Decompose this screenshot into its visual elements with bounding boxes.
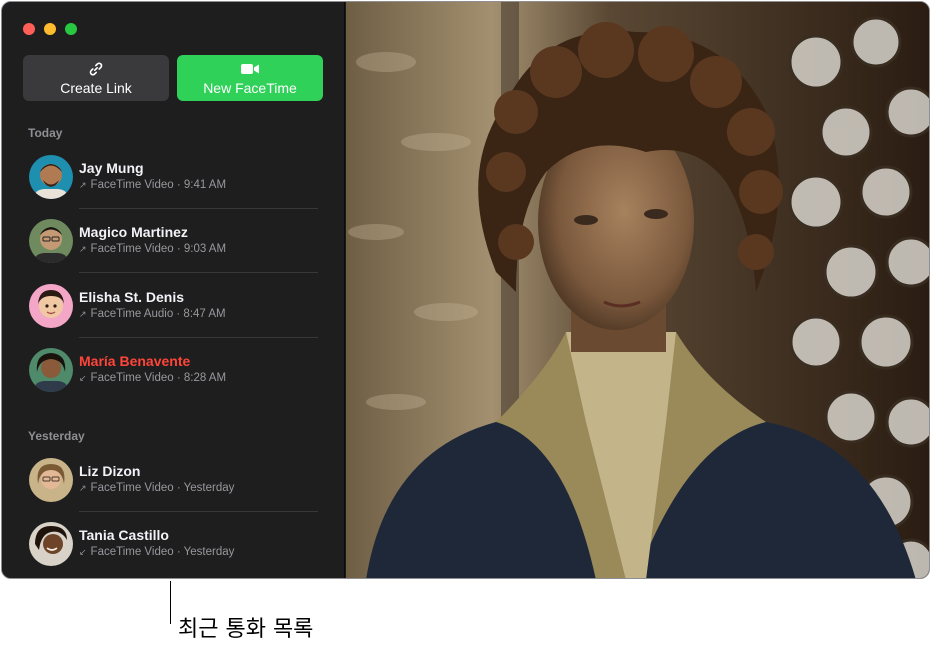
new-facetime-label: New FaceTime xyxy=(203,79,297,96)
callout-label: 최근 통화 목록 xyxy=(178,617,314,642)
call-detail-text: FaceTime Video · 9:41 AM xyxy=(90,179,227,191)
call-detail-text: FaceTime Audio · 8:47 AM xyxy=(90,308,226,320)
close-window-button[interactable] xyxy=(23,23,35,35)
avatar xyxy=(29,155,73,199)
incoming-call-icon: ↙ xyxy=(79,372,87,383)
avatar xyxy=(29,348,73,392)
contact-name: Elisha St. Denis xyxy=(79,289,185,305)
avatar xyxy=(29,284,73,328)
contact-name: Magico Martinez xyxy=(79,224,188,240)
call-detail-text: FaceTime Video · Yesterday xyxy=(90,482,235,494)
recent-call-item[interactable]: María Benavente ↙ FaceTime Video · 8:28 … xyxy=(23,338,318,402)
self-view-camera-image xyxy=(346,2,929,578)
video-preview xyxy=(346,2,929,578)
divider xyxy=(79,272,318,273)
call-detail: ↗ FaceTime Video · Yesterday xyxy=(79,482,234,494)
callout-line xyxy=(170,581,171,624)
outgoing-call-icon: ↗ xyxy=(79,179,87,190)
call-detail: ↗ FaceTime Audio · 8:47 AM xyxy=(79,308,226,320)
section-label-yesterday: Yesterday xyxy=(28,429,85,443)
contact-name: Jay Mung xyxy=(79,160,144,176)
zoom-window-button[interactable] xyxy=(65,23,77,35)
avatar xyxy=(29,522,73,566)
create-link-label: Create Link xyxy=(60,79,132,96)
contact-name: Liz Dizon xyxy=(79,463,141,479)
video-camera-icon xyxy=(240,61,260,77)
link-icon xyxy=(88,61,104,77)
call-detail: ↙ FaceTime Video · 8:28 AM xyxy=(79,372,226,384)
call-detail: ↗ FaceTime Video · 9:03 AM xyxy=(79,243,226,255)
window-controls xyxy=(23,23,77,35)
outgoing-call-icon: ↗ xyxy=(79,482,87,493)
recent-call-item[interactable]: Tania Castillo ↙ FaceTime Video · Yester… xyxy=(23,512,318,576)
recent-call-item[interactable]: Magico Martinez ↗ FaceTime Video · 9:03 … xyxy=(23,209,318,273)
call-detail: ↗ FaceTime Video · 9:41 AM xyxy=(79,179,226,191)
outgoing-call-icon: ↗ xyxy=(79,243,87,254)
facetime-window: Create Link New FaceTime Today Jay Mung … xyxy=(1,1,930,579)
call-detail: ↙ FaceTime Video · Yesterday xyxy=(79,546,234,558)
outgoing-call-icon: ↗ xyxy=(79,308,87,319)
call-detail-text: FaceTime Video · 8:28 AM xyxy=(90,372,227,384)
recent-call-item[interactable]: Liz Dizon ↗ FaceTime Video · Yesterday xyxy=(23,448,318,512)
avatar xyxy=(29,219,73,263)
contact-name: Tania Castillo xyxy=(79,527,169,543)
incoming-call-icon: ↙ xyxy=(79,546,87,557)
recent-call-item[interactable]: Jay Mung ↗ FaceTime Video · 9:41 AM xyxy=(23,145,318,209)
call-detail-text: FaceTime Video · 9:03 AM xyxy=(90,243,227,255)
recent-call-item[interactable]: Elisha St. Denis ↗ FaceTime Audio · 8:47… xyxy=(23,274,318,338)
contact-name-missed: María Benavente xyxy=(79,353,191,369)
call-detail-text: FaceTime Video · Yesterday xyxy=(90,546,235,558)
section-label-today: Today xyxy=(28,126,63,140)
new-facetime-button[interactable]: New FaceTime xyxy=(177,55,323,101)
minimize-window-button[interactable] xyxy=(44,23,56,35)
avatar xyxy=(29,458,73,502)
sidebar: Create Link New FaceTime Today Jay Mung … xyxy=(2,2,345,578)
create-link-button[interactable]: Create Link xyxy=(23,55,169,101)
